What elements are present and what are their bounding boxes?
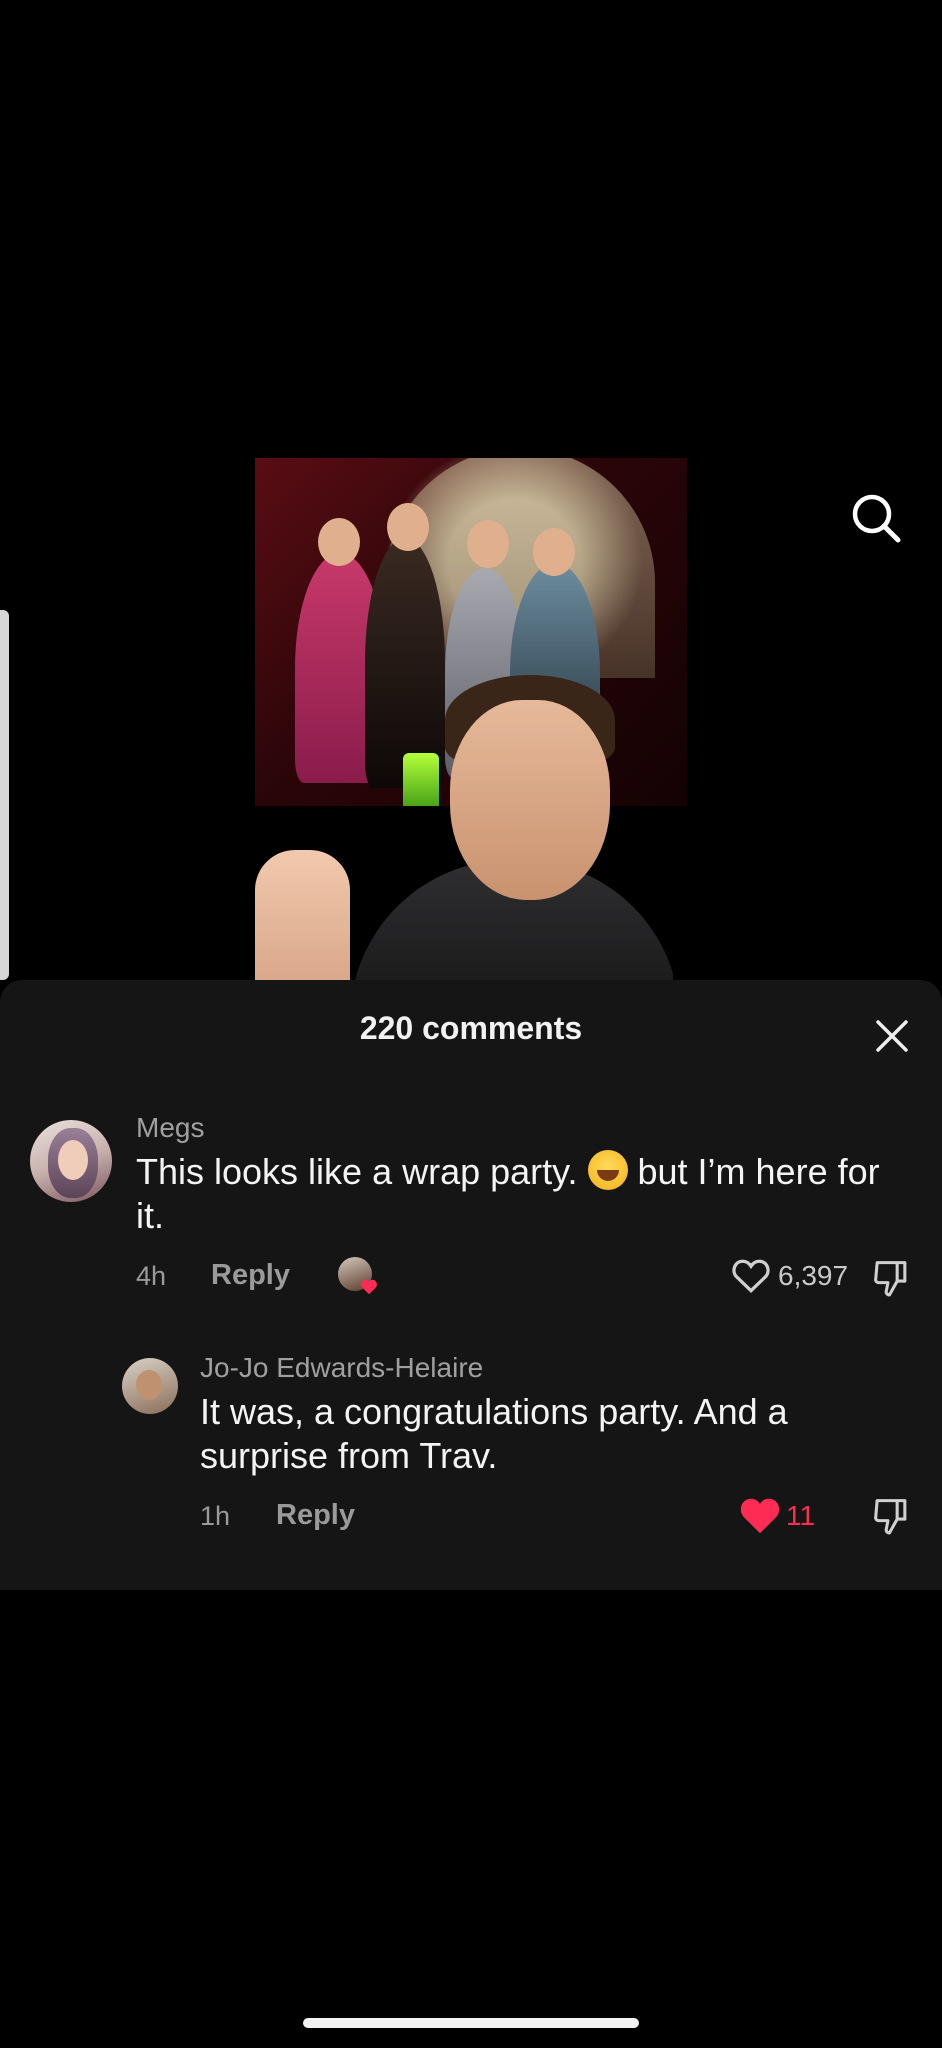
avatar[interactable] (30, 1120, 112, 1202)
reply-button[interactable]: Reply (211, 1259, 290, 1292)
close-icon (876, 1020, 908, 1052)
home-indicator[interactable] (303, 2018, 639, 2028)
comments-count-title: 220 comments (359, 1010, 583, 1046)
comment-text-part: This looks like a wrap party. (136, 1151, 588, 1192)
like-count: 6,397 (778, 1260, 849, 1291)
creator-liked-badge (338, 1257, 378, 1295)
search-icon (852, 494, 901, 543)
comment-text: This looks like a wrap party. but I’m he… (136, 1150, 896, 1238)
reply-button[interactable]: Reply (276, 1499, 355, 1532)
grinning-sweat-emoji-icon (587, 1150, 628, 1190)
comment-timestamp: 4h (136, 1261, 167, 1291)
comment-text: It was, a congratulations party. And a s… (200, 1391, 788, 1476)
creator-video[interactable] (255, 670, 673, 980)
comment-timestamp: 1h (200, 1501, 231, 1531)
heart-icon (361, 1279, 377, 1295)
avatar[interactable] (122, 1358, 178, 1414)
comment-username[interactable]: Jo-Jo Edwards-Helaire (200, 1352, 483, 1384)
search-button[interactable] (848, 490, 904, 546)
tiktok-screen: 220 comments Megs This looks like a wrap… (0, 0, 942, 2048)
side-panel-handle[interactable] (0, 610, 9, 980)
like-count: 11 (786, 1500, 816, 1531)
close-button[interactable] (872, 1016, 912, 1056)
dislike-icon[interactable] (872, 1496, 910, 1536)
comment-username[interactable]: Megs (136, 1112, 204, 1144)
heart-outline-icon[interactable] (731, 1258, 771, 1294)
heart-filled-icon[interactable] (739, 1497, 781, 1535)
dislike-icon[interactable] (872, 1258, 910, 1298)
